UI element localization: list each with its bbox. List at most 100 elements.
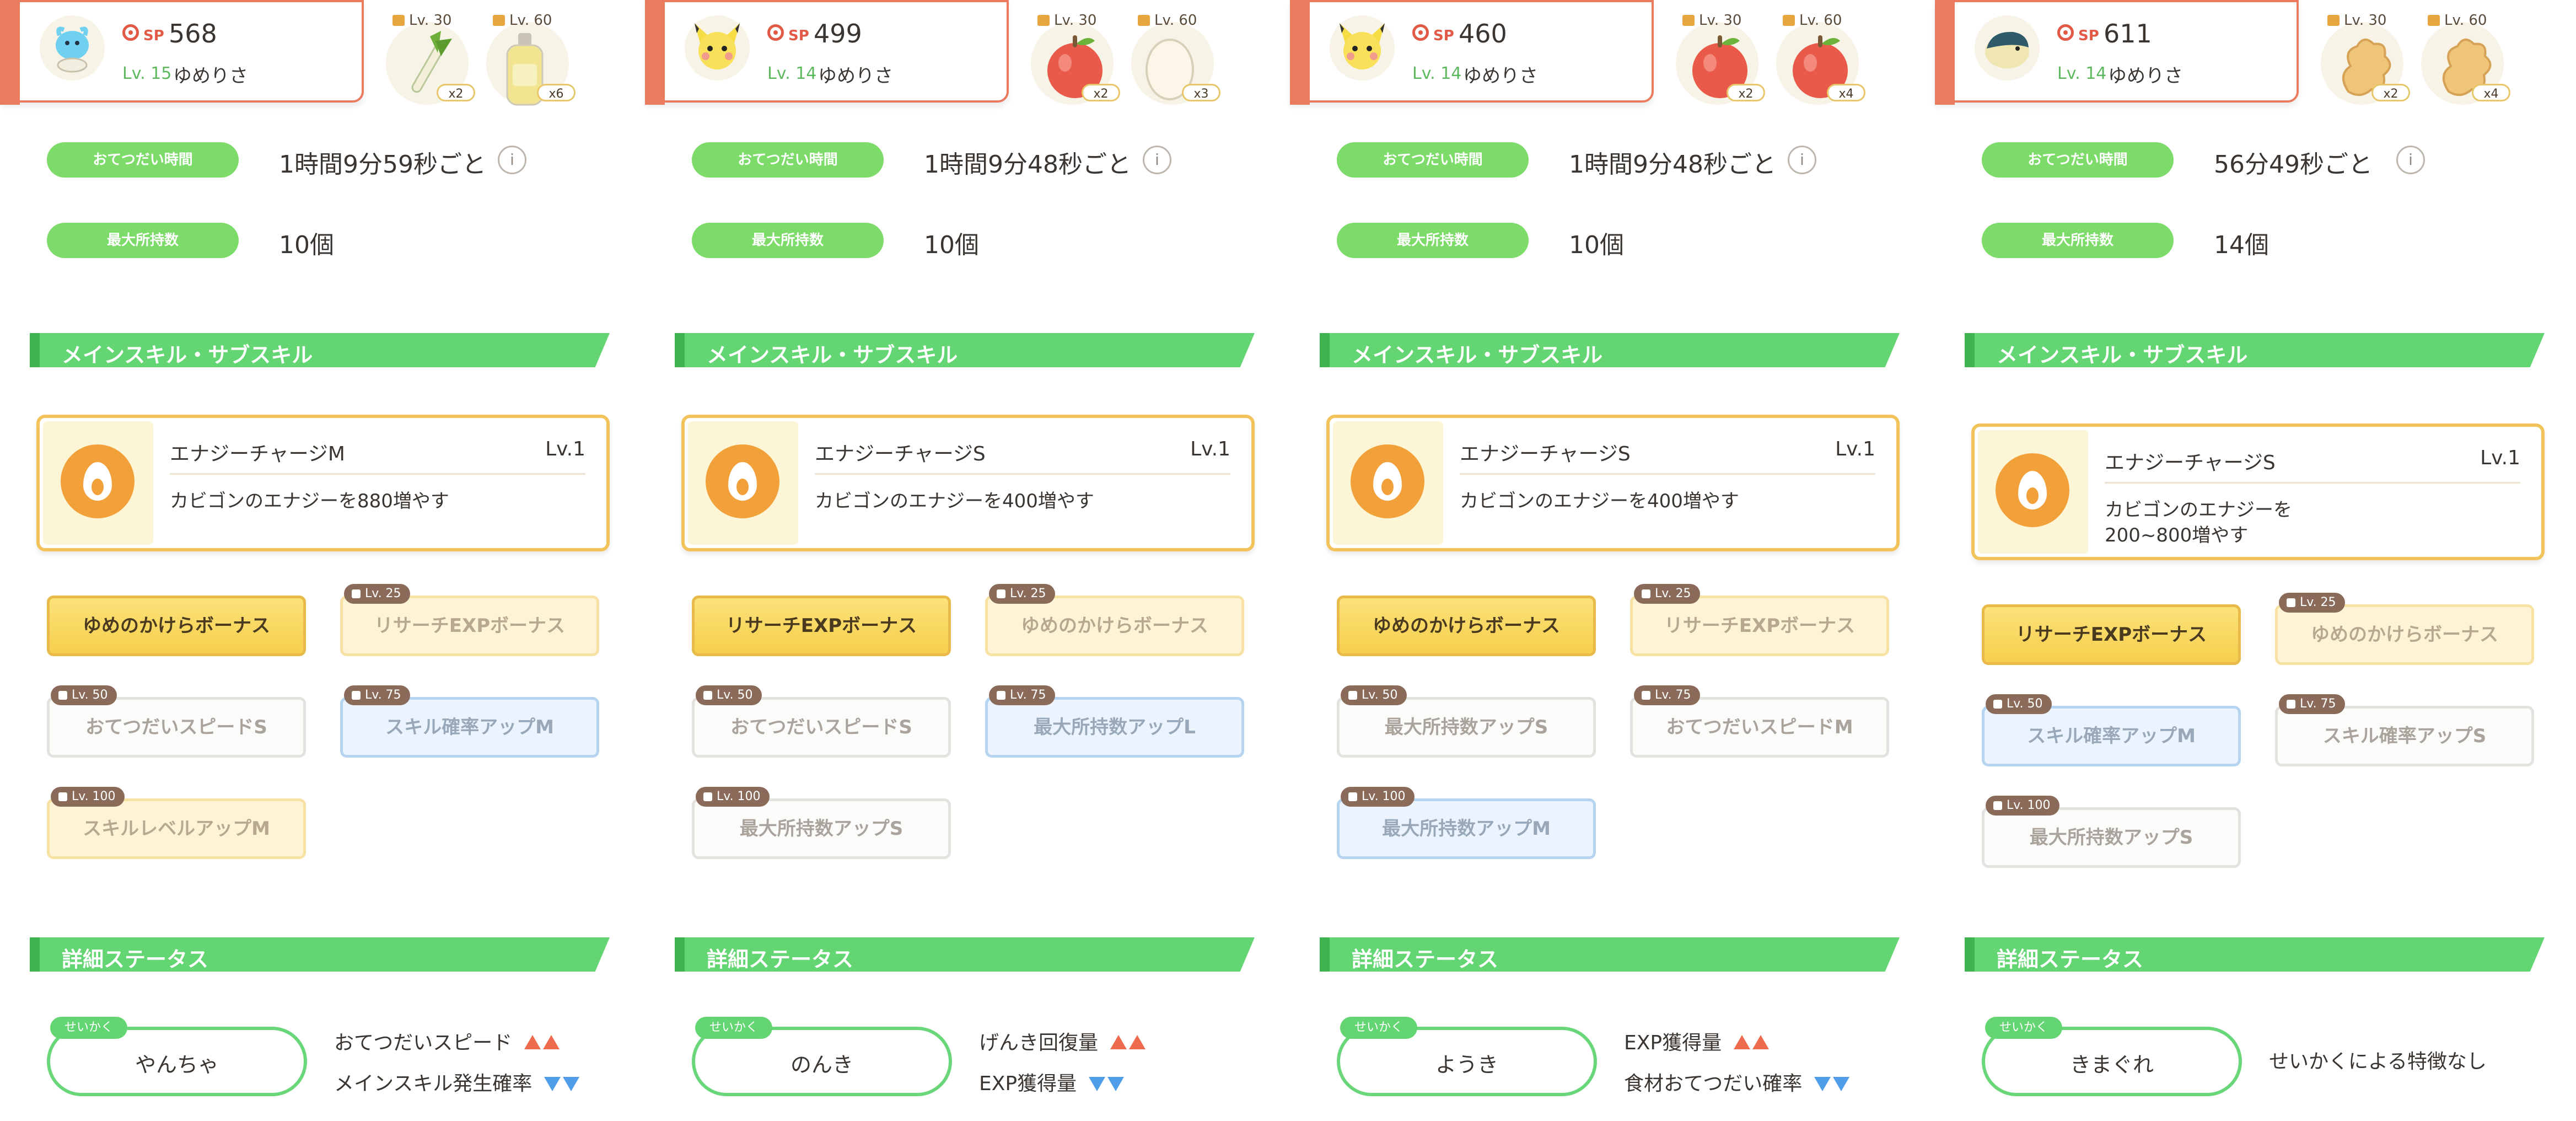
max-capacity-value: 10個 <box>1569 231 1624 259</box>
sp-value: 611 <box>2104 19 2152 49</box>
sub-skill[interactable]: おてつだいスピードS Lv. 50 <box>692 685 951 758</box>
nature-effect: 食材おてつだい確率 <box>1624 1068 1852 1096</box>
sub-skill-unlock-level: Lv. 50 <box>1341 685 1407 705</box>
sub-skill-name: 最大所持数アップL <box>988 700 1241 755</box>
pokemon-level: Lv. 14 <box>1412 64 1462 83</box>
sub-skill-unlock-level: Lv. 100 <box>51 787 125 807</box>
ingredient-slot[interactable]: Lv. 30 x2 <box>1676 12 1765 105</box>
nature-effect: おてつだいスピード <box>334 1027 562 1055</box>
sub-skill[interactable]: リサーチEXPボーナス Lv. 25 <box>340 584 599 656</box>
sub-skill[interactable]: リサーチEXPボーナス <box>692 596 951 656</box>
sub-skill-name: おてつだいスピードM <box>1633 700 1886 755</box>
sp-icon <box>1412 24 1429 41</box>
sub-skill[interactable]: おてつだいスピードS Lv. 50 <box>47 685 306 758</box>
sp-value: 460 <box>1459 19 1507 49</box>
nature-tag: せいかく <box>50 1017 128 1039</box>
ingredient-slot[interactable]: Lv. 30 x2 <box>1031 12 1120 105</box>
sub-skill[interactable]: 最大所持数アップL Lv. 75 <box>985 685 1244 758</box>
info-icon[interactable]: i <box>1788 146 1816 174</box>
nature-effect: メインスキル発生確率 <box>334 1068 582 1096</box>
sp-value: 568 <box>169 19 217 49</box>
detail-section-title: 詳細ステータス <box>707 947 854 972</box>
ingredient-slot[interactable]: Lv. 60 x6 <box>486 12 576 106</box>
sub-skill[interactable]: ゆめのかけらボーナス <box>47 596 306 656</box>
main-skill-card[interactable]: エナジーチャージS Lv.1 カビゴンのエナジーを400増やす <box>681 415 1255 551</box>
sub-skill-name: 最大所持数アップM <box>1340 801 1593 856</box>
ingredient-quantity: x6 <box>537 84 576 101</box>
sub-skill[interactable]: 最大所持数アップS Lv. 100 <box>1982 796 2241 868</box>
sub-skill[interactable]: スキル確率アップM Lv. 50 <box>1982 694 2241 766</box>
divider <box>2105 482 2520 484</box>
sub-skill[interactable]: ゆめのかけらボーナス Lv. 25 <box>985 584 1244 656</box>
nature-badge[interactable]: せいかく きまぐれ <box>1982 1017 2242 1096</box>
pokemon-header[interactable]: SP 611 Lv. 14 ゆめりさ <box>1935 0 2299 105</box>
energy-fire-icon <box>706 444 779 518</box>
double-up-arrow-icon <box>1734 1032 1771 1054</box>
nature-badge[interactable]: せいかく ようき <box>1337 1017 1597 1096</box>
sub-skill-name: スキル確率アップS <box>2278 709 2531 764</box>
pokemon-header[interactable]: SP 460 Lv. 14 ゆめりさ <box>1290 0 1654 105</box>
ingredient-quantity: x2 <box>1082 84 1120 101</box>
ingredient-slot[interactable]: Lv. 60 x3 <box>1131 12 1220 105</box>
sub-skill[interactable]: リサーチEXPボーナス <box>1982 604 2241 665</box>
nature-badge[interactable]: せいかく のんき <box>692 1017 952 1096</box>
double-down-arrow-icon <box>1089 1072 1126 1095</box>
trainer-name: ゆめりさ <box>818 65 893 87</box>
sub-skill-unlock-level: Lv. 100 <box>1986 796 2059 816</box>
pokemon-card: SP 611 Lv. 14 ゆめりさ Lv. 30 x2 Lv. 60 x4 おてつだい時間 56… <box>1935 0 2576 1121</box>
nature-effect-text: EXP獲得量 <box>979 1072 1077 1095</box>
max-capacity-label: 最大所持数 <box>1982 223 2174 258</box>
sub-skill[interactable]: ゆめのかけらボーナス Lv. 25 <box>2275 593 2534 665</box>
sub-skill[interactable]: スキル確率アップS Lv. 75 <box>2275 694 2534 766</box>
info-icon[interactable]: i <box>2396 146 2425 174</box>
help-time-value: 56分49秒ごと <box>2214 151 2373 179</box>
unlock-level: Lv. 60 <box>493 12 552 29</box>
trainer-name: ゆめりさ <box>173 65 248 87</box>
sub-skill[interactable]: 最大所持数アップM Lv. 100 <box>1337 787 1596 859</box>
info-icon[interactable]: i <box>498 146 526 174</box>
sub-skill[interactable]: スキル確率アップM Lv. 75 <box>340 685 599 758</box>
sub-skill[interactable]: おてつだいスピードM Lv. 75 <box>1630 685 1889 758</box>
main-skill-level: Lv.1 <box>545 438 585 460</box>
detail-section-header: 詳細ステータス <box>1320 937 1900 972</box>
trainer-name: ゆめりさ <box>2108 65 2183 87</box>
max-capacity-label: 最大所持数 <box>1337 223 1529 258</box>
sub-skill-name: ゆめのかけらボーナス <box>50 598 303 653</box>
pokemon-header[interactable]: SP 568 Lv. 15 ゆめりさ <box>0 0 364 105</box>
help-time-value: 1時間9分48秒ごと <box>924 151 1131 179</box>
detail-section-header: 詳細ステータス <box>30 937 610 972</box>
sp-icon <box>122 24 139 41</box>
main-skill-name: エナジーチャージM <box>170 443 345 465</box>
nature-badge[interactable]: せいかく やんちゃ <box>47 1017 307 1096</box>
main-skill-card[interactable]: エナジーチャージS Lv.1 カビゴンのエナジーを200~800増やす <box>1971 423 2545 560</box>
double-down-arrow-icon <box>544 1072 582 1095</box>
main-skill-name: エナジーチャージS <box>815 443 986 465</box>
double-down-arrow-icon <box>1814 1072 1852 1095</box>
main-skill-card[interactable]: エナジーチャージM Lv.1 カビゴンのエナジーを880増やす <box>36 415 610 551</box>
pokemon-header[interactable]: SP 499 Lv. 14 ゆめりさ <box>645 0 1009 105</box>
sub-skill[interactable]: ゆめのかけらボーナス <box>1337 596 1596 656</box>
sub-skill-unlock-level: Lv. 50 <box>51 685 117 705</box>
sub-skill[interactable]: リサーチEXPボーナス Lv. 25 <box>1630 584 1889 656</box>
ingredient-slot[interactable]: Lv. 60 x4 <box>2421 12 2510 105</box>
sub-skill[interactable]: スキルレベルアップM Lv. 100 <box>47 787 306 859</box>
sp-value: 499 <box>814 19 862 49</box>
sub-skill-unlock-level: Lv. 75 <box>344 685 410 705</box>
ingredient-slot[interactable]: Lv. 30 x2 <box>2321 12 2410 105</box>
pichu-icon <box>1330 15 1395 81</box>
ingredient-slot[interactable]: Lv. 60 x4 <box>1776 12 1865 105</box>
ingredient-quantity: x4 <box>2472 84 2510 101</box>
main-skill-card[interactable]: エナジーチャージS Lv.1 カビゴンのエナジーを400増やす <box>1326 415 1900 551</box>
sub-skill[interactable]: 最大所持数アップS Lv. 50 <box>1337 685 1596 758</box>
info-icon[interactable]: i <box>1143 146 1171 174</box>
unlock-level: Lv. 60 <box>1138 12 1197 29</box>
max-capacity-value: 10個 <box>924 231 979 259</box>
help-time-value: 1時間9分59秒ごと <box>279 151 486 179</box>
sub-skill-unlock-level: Lv. 75 <box>989 685 1055 705</box>
sub-skill[interactable]: 最大所持数アップS Lv. 100 <box>692 787 951 859</box>
sub-skill-name: ゆめのかけらボーナス <box>988 598 1241 653</box>
help-time-label: おてつだい時間 <box>1982 142 2174 178</box>
sub-skill-name: スキル確率アップM <box>343 700 596 755</box>
ingredient-quantity: x3 <box>1182 84 1220 101</box>
ingredient-slot[interactable]: Lv. 30 x2 <box>386 12 475 105</box>
